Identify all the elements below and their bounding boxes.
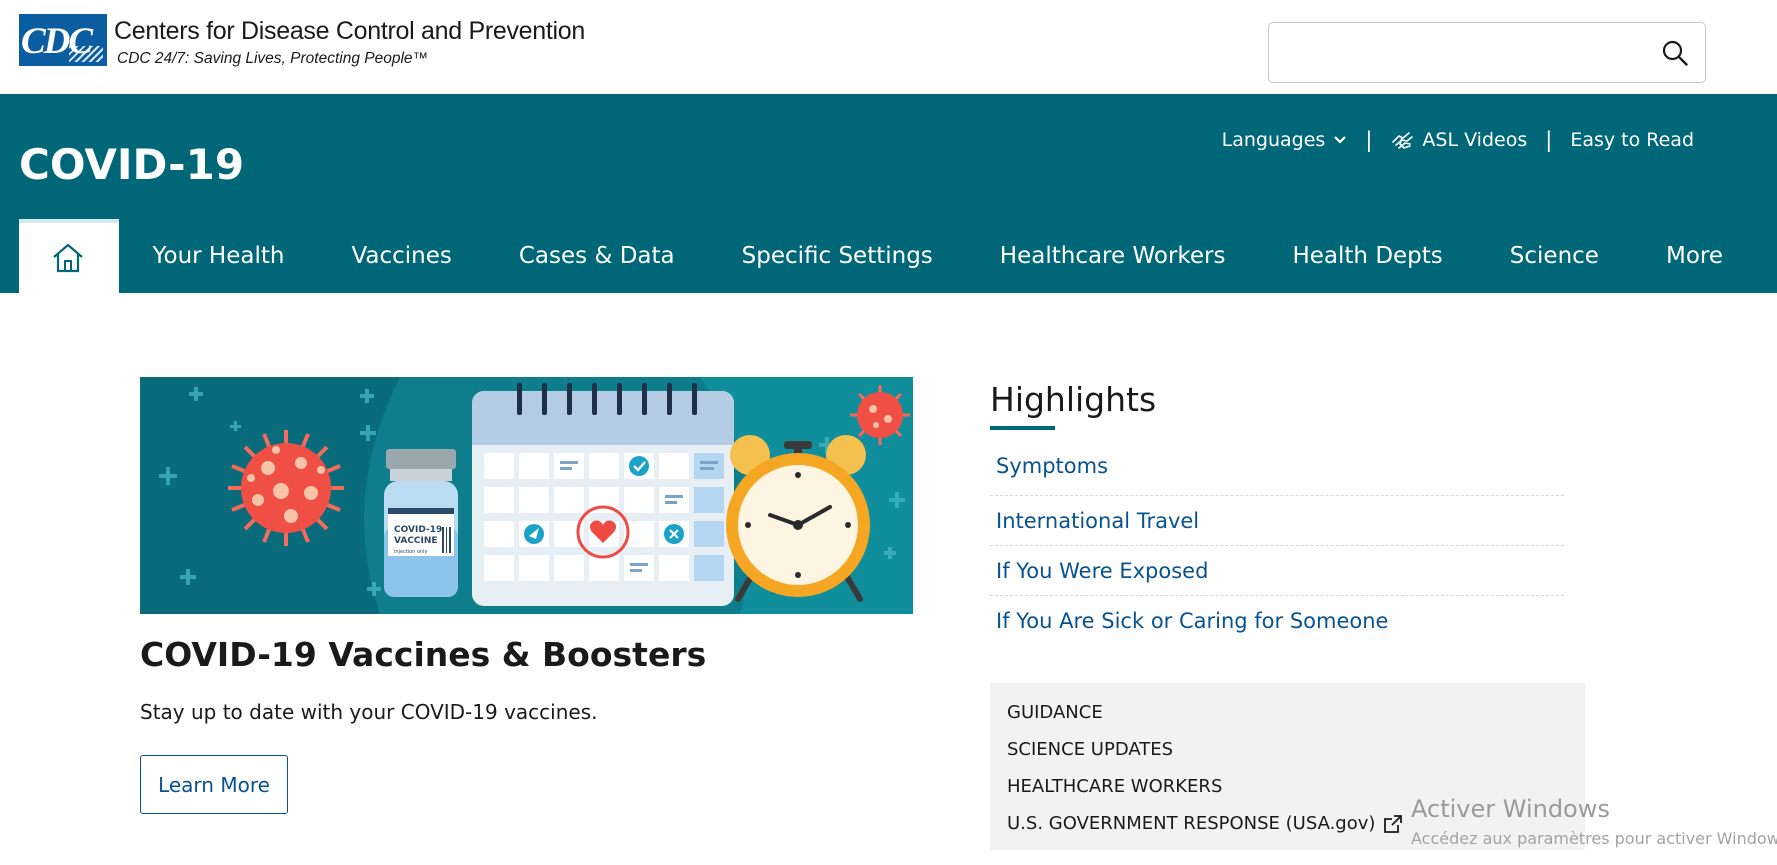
guidance-panel: GUIDANCE SCIENCE UPDATES HEALTHCARE WORK… [990,683,1585,850]
logo-stripes [69,46,103,62]
languages-dropdown[interactable]: Languages [1222,129,1348,151]
search-input[interactable] [1279,33,1639,73]
highlights-list: Symptoms International Travel If You Wer… [990,446,1564,646]
site-header: CDC Centers for Disease Control and Prev… [0,0,1777,94]
nav-home[interactable] [19,219,119,293]
vial-label-line3: injection only [394,549,428,555]
org-tagline: CDC 24/7: Saving Lives, Protecting Peopl… [117,50,429,67]
highlights-heading: Highlights [990,380,1157,419]
nav-item-science[interactable]: Science [1476,243,1632,269]
utility-separator: | [1545,128,1553,152]
nav-item-cases-data[interactable]: Cases & Data [485,243,708,269]
asl-videos-link[interactable]: ASL Videos [1390,129,1527,151]
windows-activation-subtitle: Accédez aux paramètres pour activer Wind… [1411,829,1777,848]
healthcare-workers-label: HEALTHCARE WORKERS [1007,776,1223,797]
easy-to-read-link[interactable]: Easy to Read [1570,129,1694,151]
feature-image[interactable]: COVID-19 VACCINE injection only [140,377,913,614]
search-icon[interactable] [1661,39,1689,67]
nav-items: Your Health Vaccines Cases & Data Specif… [119,219,1757,293]
cdc-logo[interactable]: CDC [19,14,107,66]
us-government-response-label: U.S. GOVERNMENT RESPONSE (USA.gov) [1007,813,1376,834]
sign-language-icon [1392,132,1414,149]
feature-title[interactable]: COVID-19 Vaccines & Boosters [140,635,706,674]
windows-activation-title: Activer Windows [1411,795,1610,823]
guidance-link[interactable]: GUIDANCE [1007,694,1568,731]
vaccine-calendar-illustration: COVID-19 VACCINE injection only [140,377,913,614]
learn-more-button[interactable]: Learn More [140,755,288,814]
chevron-down-icon [1334,136,1347,144]
highlight-link-symptoms[interactable]: Symptoms [990,446,1564,496]
nav-item-specific-settings[interactable]: Specific Settings [708,243,966,269]
home-icon [53,243,83,273]
utility-links: Languages | ASL Videos | Easy to Read [1222,128,1694,152]
nav-item-health-depts[interactable]: Health Depts [1259,243,1476,269]
highlight-link-if-you-were-exposed[interactable]: If You Were Exposed [990,546,1564,596]
nav-item-your-health[interactable]: Your Health [119,243,318,269]
search-box[interactable] [1268,22,1706,83]
nav-item-more[interactable]: More [1632,243,1756,269]
feature-description: Stay up to date with your COVID-19 vacci… [140,700,598,724]
nav-item-healthcare-workers[interactable]: Healthcare Workers [966,243,1259,269]
utility-separator: | [1365,128,1373,152]
site-banner: COVID-19 Languages | ASL Videos | Easy t… [0,94,1777,219]
asl-videos-label: ASL Videos [1422,129,1528,151]
org-name[interactable]: Centers for Disease Control and Preventi… [114,17,585,46]
science-updates-link[interactable]: SCIENCE UPDATES [1007,731,1568,768]
site-title[interactable]: COVID-19 [19,140,244,189]
highlights-underline [990,426,1055,430]
highlight-link-if-you-are-sick[interactable]: If You Are Sick or Caring for Someone [990,596,1564,646]
highlight-link-international-travel[interactable]: International Travel [990,496,1564,546]
vial-label-line2: VACCINE [394,536,438,546]
guidance-link-label: GUIDANCE [1007,702,1103,723]
main-nav: Your Health Vaccines Cases & Data Specif… [0,219,1777,293]
nav-item-vaccines[interactable]: Vaccines [318,243,485,269]
languages-label: Languages [1221,129,1326,151]
science-updates-label: SCIENCE UPDATES [1007,739,1174,760]
external-link-icon [1384,814,1403,833]
easy-to-read-label: Easy to Read [1570,129,1694,151]
vial-label-line1: COVID-19 [394,525,442,535]
